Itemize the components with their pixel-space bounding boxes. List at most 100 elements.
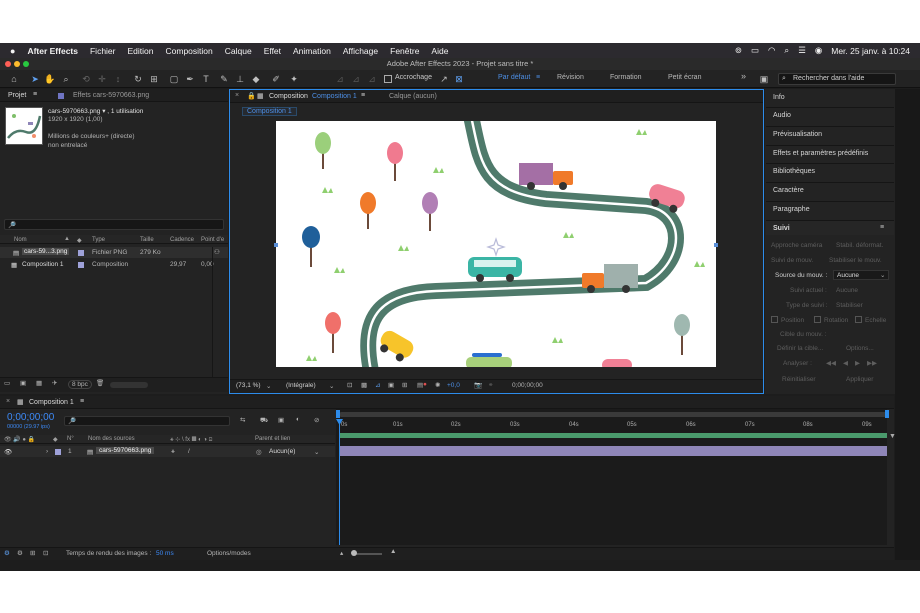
panel-effects-presets[interactable]: Effets et paramètres prédéfinis <box>773 150 868 157</box>
shy-layers-icon[interactable]: ▣ <box>278 416 284 424</box>
eraser-tool-icon[interactable]: ◆ <box>250 73 262 85</box>
pen-tool-icon[interactable]: ✒ <box>184 73 196 85</box>
exposure-reset-icon[interactable]: ✺ <box>435 381 440 389</box>
work-area-bar[interactable] <box>339 433 887 438</box>
timeline-timecode[interactable]: 0;00;00;00 <box>7 412 54 423</box>
column-number[interactable]: N° <box>67 436 74 442</box>
minimize-window-icon[interactable] <box>14 61 20 67</box>
mask-visibility-icon[interactable]: ⊿ <box>375 381 380 389</box>
siri-icon[interactable]: ◉ <box>815 45 822 56</box>
clone-stamp-tool-icon[interactable]: ⊥ <box>234 73 246 85</box>
track-camera-button[interactable]: Approche caméra <box>771 242 822 249</box>
snap-grid-icon[interactable]: ⊠ <box>453 73 465 85</box>
edit-target-button[interactable]: Définir la cible... <box>777 345 823 352</box>
magnification-dropdown[interactable]: (73,1 %) <box>236 382 261 389</box>
motion-blur-icon[interactable]: ⊘ <box>314 416 319 424</box>
chevron-down-icon[interactable]: ⌄ <box>266 382 271 390</box>
workspace-small-screen[interactable]: Petit écran <box>668 74 701 81</box>
right-handle[interactable] <box>714 243 718 247</box>
composition-canvas[interactable] <box>276 121 716 367</box>
flowchart-icon[interactable]: ✈ <box>52 379 57 387</box>
local-axis-icon[interactable]: ⊿ <box>334 73 346 85</box>
panel-audio[interactable]: Audio <box>773 112 791 119</box>
analyze-forward-frame-icon[interactable]: ▶ <box>855 359 860 367</box>
help-search-input[interactable]: ⌕ Rechercher dans l'aide <box>778 73 896 85</box>
menu-fichier[interactable]: Fichier <box>84 46 122 56</box>
trash-icon[interactable]: 🗑 <box>96 379 104 387</box>
menu-animation[interactable]: Animation <box>287 46 337 56</box>
exposure-value[interactable]: +0,0 <box>447 382 460 389</box>
navigator-start-handle[interactable] <box>336 410 340 418</box>
panel-libraries[interactable]: Bibliothèques <box>773 168 815 175</box>
panel-preview[interactable]: Prévisualisation <box>773 131 822 138</box>
new-folder-icon[interactable]: ▣ <box>20 379 26 387</box>
panel-menu-icon[interactable]: ≡ <box>361 92 365 99</box>
analyze-back-icon[interactable]: ◀◀ <box>826 359 836 367</box>
chevron-down-icon[interactable]: ⌄ <box>314 448 319 456</box>
apply-button[interactable]: Appliquer <box>846 376 873 383</box>
render-time-icon[interactable]: ⊡ <box>43 549 48 557</box>
tab-effects[interactable]: Effets cars-5970663.png <box>73 92 149 99</box>
roto-brush-tool-icon[interactable]: ✐ <box>270 73 282 85</box>
menu-composition[interactable]: Composition <box>160 46 219 56</box>
panel-character[interactable]: Caractère <box>773 187 804 194</box>
row-name[interactable]: Composition 1 <box>22 261 64 268</box>
panel-paragraph[interactable]: Paragraphe <box>773 206 810 213</box>
visibility-eye-icon[interactable]: 👁 <box>4 448 12 456</box>
interpret-footage-icon[interactable]: ▭ <box>4 379 10 387</box>
warp-stabilizer-button[interactable]: Stabil. déformat. <box>836 242 883 249</box>
panel-tracker[interactable]: Suivi <box>773 225 790 232</box>
analyze-back-frame-icon[interactable]: ◀ <box>843 359 848 367</box>
rectangle-tool-icon[interactable]: ▢ <box>168 73 180 85</box>
creative-cloud-icon[interactable]: ⊚ <box>735 45 742 56</box>
options-button[interactable]: Options... <box>846 345 874 352</box>
timeline-track-area[interactable] <box>336 409 887 545</box>
tab-composition-link[interactable]: Composition 1 <box>312 93 357 100</box>
color-channels-icon[interactable]: ● <box>423 381 427 388</box>
column-size[interactable]: Taille <box>140 237 154 243</box>
comp-mini-flowchart-icon[interactable]: ⇆ <box>240 416 245 424</box>
tab-layer[interactable]: Calque (aucun) <box>389 93 437 100</box>
column-in-point[interactable]: Point d'e <box>201 237 224 243</box>
switches-icons[interactable]: ⚹ ⊹ \ fx ▦ ◐ ◑ ⊡ <box>170 436 213 444</box>
menu-affichage[interactable]: Affichage <box>337 46 384 56</box>
pan-camera-icon[interactable]: ✛ <box>96 73 108 85</box>
comp-breadcrumb[interactable]: Composition 1 <box>242 107 297 116</box>
asset-file-name[interactable]: cars-5970663.png ▾ , 1 utilisation <box>48 107 143 115</box>
new-composition-icon[interactable]: ▦ <box>36 379 42 387</box>
workspace-learning[interactable]: Formation <box>610 74 642 81</box>
stabilize-motion-button[interactable]: Stabiliser le mouv. <box>829 257 882 264</box>
current-track-value[interactable]: Aucune <box>836 287 858 294</box>
puppet-tool-icon[interactable]: ✦ <box>288 73 300 85</box>
label-column-icon[interactable]: ◆ <box>77 237 82 244</box>
row-name[interactable]: cars-59...3.png <box>22 248 70 255</box>
resolution-dropdown[interactable]: (Intégrale) <box>286 382 316 389</box>
close-window-icon[interactable] <box>5 61 11 67</box>
menu-aide[interactable]: Aide <box>425 46 454 56</box>
draft-3d-icon[interactable]: ⛟ <box>260 416 268 425</box>
expand-layer-icon[interactable]: › <box>46 448 48 455</box>
panel-menu-icon[interactable]: ≡ <box>880 224 884 231</box>
layer-source-name[interactable]: cars-5970663.png <box>96 447 155 454</box>
track-type-value[interactable]: Stabiliser <box>836 302 863 309</box>
view-axis-icon[interactable]: ⊿ <box>366 73 378 85</box>
track-motion-button[interactable]: Suivi de mouv. <box>771 257 813 264</box>
motion-source-select[interactable]: Aucune ⌄ <box>833 270 889 280</box>
type-tool-icon[interactable]: T <box>200 73 212 85</box>
shy-switch-icon[interactable]: ⚹ <box>171 448 175 456</box>
home-icon[interactable]: ⌂ <box>8 73 20 85</box>
guides-grid-icon[interactable]: ⊞ <box>402 381 407 389</box>
panel-menu-icon[interactable]: ≡ <box>33 91 37 98</box>
spotlight-icon[interactable]: ⌕ <box>784 45 789 56</box>
position-checkbox[interactable] <box>771 316 778 323</box>
brush-tool-icon[interactable]: ✎ <box>218 73 230 85</box>
scale-checkbox[interactable] <box>855 316 862 323</box>
pickwhip-icon[interactable]: ◎ <box>256 448 262 456</box>
label-color-swatch[interactable] <box>78 250 84 256</box>
layer-switches-icon[interactable]: ⚙ <box>4 549 10 557</box>
more-workspaces-icon[interactable]: » <box>741 71 746 81</box>
hand-tool-icon[interactable]: ✋ <box>44 73 56 85</box>
label-color-swatch[interactable] <box>55 449 61 455</box>
transparency-grid-icon[interactable]: ▩ <box>361 381 367 389</box>
quality-switch-icon[interactable]: / <box>188 448 190 455</box>
